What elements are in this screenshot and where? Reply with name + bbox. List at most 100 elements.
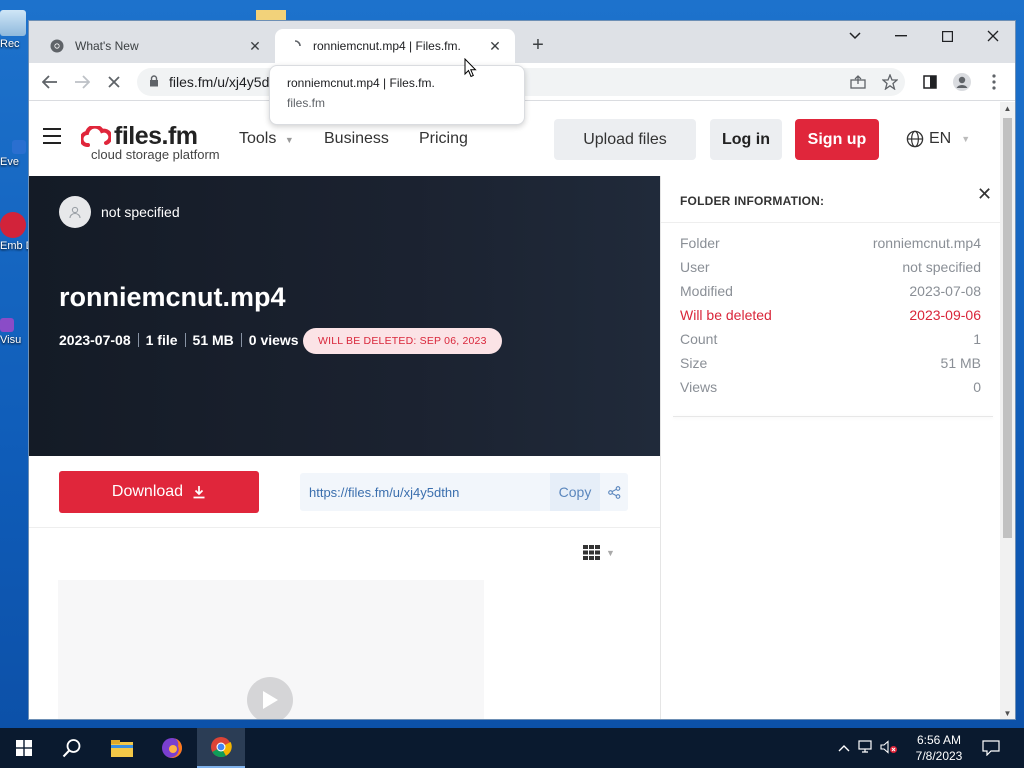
tab-files-fm[interactable]: ronniemcnut.mp4 | Files.fm. ✕ <box>275 29 515 63</box>
tab-hover-tooltip: ronniemcnut.mp4 | Files.fm. files.fm <box>269 65 525 125</box>
nav-pricing[interactable]: Pricing <box>419 130 468 148</box>
grid-view-icon <box>583 545 600 560</box>
chevron-up-icon[interactable] <box>838 741 850 755</box>
desktop-icon-label: Eve <box>0 156 19 168</box>
network-icon[interactable] <box>858 739 874 757</box>
globe-icon <box>906 130 924 148</box>
panel-heading: FOLDER INFORMATION: <box>680 194 825 208</box>
close-icon[interactable]: ✕ <box>487 38 503 54</box>
close-window-button[interactable] <box>970 21 1015 51</box>
tooltip-title: ronniemcnut.mp4 | Files.fm. <box>287 76 435 90</box>
scroll-down-icon[interactable]: ▼ <box>1000 707 1015 719</box>
info-row-size: Size 51 MB <box>680 355 981 371</box>
bookmark-star-icon[interactable] <box>877 69 903 95</box>
start-button[interactable] <box>0 728 48 768</box>
video-preview[interactable] <box>58 580 484 719</box>
shortcut-icon <box>12 140 26 154</box>
firefox-button[interactable] <box>148 728 196 768</box>
nav-tools[interactable]: Tools ▼ <box>239 130 294 148</box>
side-panel-icon[interactable] <box>917 69 943 95</box>
info-row-will-be-deleted: Will be deleted 2023-09-06 <box>680 307 981 323</box>
windows-taskbar: 6:56 AM 7/8/2023 <box>0 728 1024 768</box>
info-value: not specified <box>902 259 981 275</box>
scroll-up-icon[interactable]: ▲ <box>1000 102 1015 116</box>
minimize-button[interactable] <box>878 21 924 51</box>
desktop-icon-visual[interactable]: Visu <box>0 318 30 346</box>
copy-link-button[interactable]: Copy <box>550 473 600 511</box>
info-value: 0 <box>973 379 981 395</box>
meta-divider <box>137 333 139 347</box>
play-icon[interactable] <box>247 677 293 719</box>
folder-info-panel: FOLDER INFORMATION: ✕ Folder ronniemcnut… <box>660 176 1001 719</box>
chrome-taskbar-button[interactable] <box>197 728 245 768</box>
meta-files: 1 file <box>145 332 178 348</box>
clock-time: 6:56 AM <box>916 733 962 747</box>
loading-icon <box>287 38 303 54</box>
search-button[interactable] <box>48 728 96 768</box>
info-label: Will be deleted <box>680 307 772 323</box>
desktop-icon-label: Rec <box>0 38 20 50</box>
download-icon <box>193 486 205 499</box>
signup-button[interactable]: Sign up <box>795 119 879 160</box>
share-icon[interactable] <box>600 473 628 511</box>
nav-business[interactable]: Business <box>324 130 389 148</box>
nav-label: Tools <box>239 130 277 147</box>
chevron-down-icon: ▼ <box>284 135 294 145</box>
tab-whats-new[interactable]: What's New ✕ <box>37 29 275 63</box>
share-url[interactable]: https://files.fm/u/xj4y5dthn <box>300 485 550 500</box>
user-avatar-icon <box>59 196 91 228</box>
section-divider <box>29 527 660 528</box>
owner-name: not specified <box>101 204 180 220</box>
cloud-logo-icon <box>81 125 111 147</box>
info-row-views: Views 0 <box>680 379 981 395</box>
more-menu-icon[interactable] <box>981 69 1007 95</box>
view-mode-toggle[interactable]: ▼ <box>583 545 615 560</box>
desktop-icon-eve[interactable]: Eve <box>0 140 30 168</box>
deletion-date-badge: WILL BE DELETED: SEP 06, 2023 <box>303 328 502 354</box>
maximize-button[interactable] <box>924 21 970 51</box>
mouse-cursor-icon <box>464 58 477 78</box>
hamburger-menu-icon[interactable] <box>43 128 61 144</box>
meta-divider <box>184 333 186 347</box>
back-button[interactable] <box>37 69 63 95</box>
volume-muted-icon[interactable] <box>880 739 898 757</box>
info-value: 2023-09-06 <box>909 307 981 323</box>
download-label: Download <box>111 483 184 500</box>
login-button[interactable]: Log in <box>710 119 782 160</box>
meta-date: 2023-07-08 <box>59 332 131 348</box>
share-link-box: https://files.fm/u/xj4y5dthn Copy <box>300 473 628 511</box>
tab-search-icon[interactable] <box>832 21 878 51</box>
taskbar-clock[interactable]: 6:56 AM 7/8/2023 <box>906 732 972 764</box>
upload-files-button[interactable]: Upload files <box>554 119 696 160</box>
share-page-icon[interactable] <box>845 69 871 95</box>
info-label: Count <box>680 331 718 347</box>
chrome-icon <box>49 38 65 54</box>
profile-avatar-icon[interactable] <box>949 69 975 95</box>
close-icon[interactable]: ✕ <box>977 184 992 205</box>
files-fm-logo[interactable]: files.fm cloud storage platform <box>81 122 220 162</box>
notifications-button[interactable] <box>968 728 1014 768</box>
info-value: ronniemcnut.mp4 <box>872 235 981 251</box>
download-button[interactable]: Download <box>59 471 259 513</box>
logo-tagline: cloud storage platform <box>91 147 220 162</box>
notification-icon <box>982 740 1000 756</box>
close-icon[interactable]: ✕ <box>247 38 263 54</box>
chrome-icon <box>211 737 232 758</box>
desktop-icon-recycle-bin[interactable]: Rec <box>0 10 30 50</box>
page-content: files.fm cloud storage platform Tools ▼ … <box>29 102 1001 719</box>
chevron-down-icon: ▼ <box>961 134 971 144</box>
page-scrollbar[interactable]: ▲ ▼ <box>1000 102 1015 719</box>
scrollbar-thumb[interactable] <box>1003 118 1012 538</box>
forward-button[interactable] <box>69 69 95 95</box>
info-value: 51 MB <box>940 355 981 371</box>
desktop-icon-emb[interactable]: Emb De <box>0 212 30 252</box>
file-explorer-button[interactable] <box>98 728 146 768</box>
new-tab-button[interactable]: + <box>527 35 549 57</box>
stop-loading-button[interactable] <box>101 69 127 95</box>
language-selector[interactable]: EN ▼ <box>906 130 970 148</box>
browser-window: What's New ✕ ronniemcnut.mp4 | Files.fm.… <box>28 20 1016 720</box>
meta-views: 0 views <box>248 332 299 348</box>
chevron-down-icon: ▼ <box>606 547 615 558</box>
info-label: Modified <box>680 283 733 299</box>
meta-size: 51 MB <box>192 332 234 348</box>
